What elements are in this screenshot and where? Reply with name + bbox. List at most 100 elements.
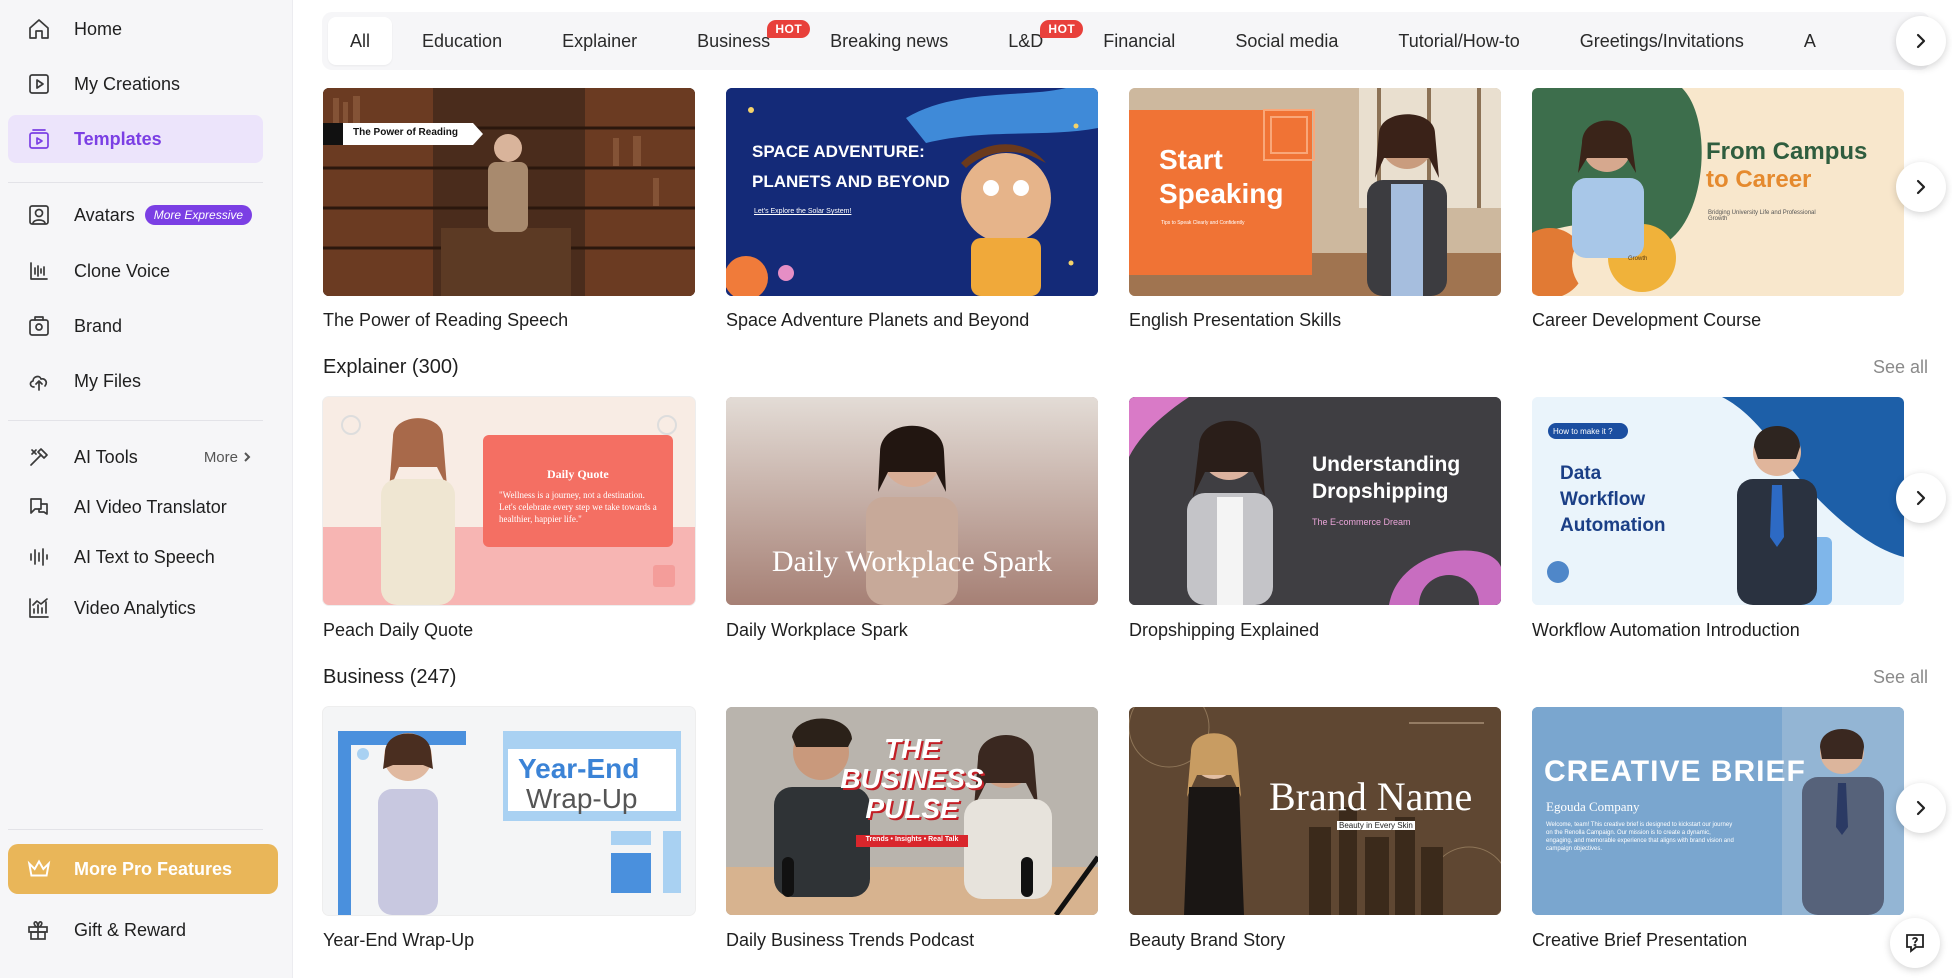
sidebar-item-label: My Creations [74,73,181,94]
thumb-text: CREATIVE BRIEF [1544,755,1806,788]
thumb-text: Trends • Insights • Real Talk [865,836,959,843]
space-thumbnail [726,88,1098,296]
thumb-text: The Power of Reading [353,127,459,138]
sidebar-item-label: Brand [74,315,123,336]
templates-icon [26,126,52,152]
tab-business[interactable]: Business HOT [667,17,811,65]
template-card-space-adventure[interactable]: SPACE ADVENTURE: PLANETS AND BEYOND Let'… [726,88,1098,296]
template-card-career[interactable]: From Campus to Career Bridging Universit… [1532,88,1904,296]
card-label: Daily Business Trends Podcast [726,930,975,950]
template-card-creative-brief[interactable]: CREATIVE BRIEF Egouda Company Welcome, t… [1532,707,1904,915]
sidebar-item-label: Templates [74,128,162,149]
tab-education[interactable]: Education [392,17,532,65]
sidebar-item-label: AI Tools [74,446,138,467]
voice-wave-icon [26,258,52,284]
sidebar-item-label: Avatars [74,204,135,225]
cloud-upload-icon [26,368,52,394]
ai-tools-more-link[interactable]: More [204,449,253,466]
thumb-text: THE [884,733,940,764]
thumb-text: to Career [1706,166,1812,193]
card-label: English Presentation Skills [1129,310,1342,330]
chevron-right-icon [1916,490,1926,506]
sidebar-item-brand[interactable]: Brand [8,302,263,350]
card-label: Creative Brief Presentation [1532,930,1748,950]
gift-reward-link[interactable]: Gift & Reward [8,906,278,954]
thumb-text: Growth [1628,256,1648,262]
sidebar-item-label: AI Video Translator [74,496,227,517]
audio-bars-icon [26,544,52,570]
year-end-thumbnail [323,707,695,915]
category-tabs: All Education Explainer Business HOT Brea… [322,12,1930,70]
sidebar-item-my-creations[interactable]: My Creations [8,60,263,108]
crown-icon [27,859,51,877]
sidebar-item-templates[interactable]: Templates [8,115,263,163]
thumb-text: Egouda Company [1546,799,1640,814]
sidebar-item-video-analytics[interactable]: Video Analytics [8,584,263,632]
tab-tutorial[interactable]: Tutorial/How-to [1368,17,1549,65]
card-label: Daily Workplace Spark [726,620,908,640]
sidebar-item-my-files[interactable]: My Files [8,357,263,405]
thumb-text: Data [1560,463,1602,484]
thumb-text: "Wellness is a journey, not a destinatio… [499,490,657,524]
thumb-text: Let's Explore the Solar System! [754,208,852,215]
tools-icon [26,444,52,470]
chevron-right-icon [244,452,251,462]
gift-icon [28,921,48,940]
template-card-dropshipping[interactable]: Understanding Dropshipping The E-commerc… [1129,397,1501,605]
home-icon [26,16,52,42]
card-label: Peach Daily Quote [323,620,474,640]
chevron-right-icon [1916,33,1926,49]
template-card-workflow[interactable]: How to make it ? Data Workflow Automatio… [1532,397,1904,605]
tab-l-and-d[interactable]: L&D HOT [978,17,1084,65]
thumb-text: From Campus [1706,138,1868,165]
help-chat-icon [1906,934,1924,953]
row-next-button[interactable] [1896,162,1946,212]
tab-breaking-news[interactable]: Breaking news [800,17,978,65]
sidebar-item-clone-voice[interactable]: Clone Voice [8,247,263,295]
template-card-power-of-reading[interactable]: The Power of Reading [323,88,695,296]
template-card-start-speaking[interactable]: Start Speaking Tips to Speak Clearly and… [1129,88,1501,296]
row-next-button[interactable] [1896,473,1946,523]
tab-financial[interactable]: Financial [1073,17,1205,65]
sidebar-item-ai-video-translator[interactable]: AI Video Translator [8,483,263,531]
section-title-explainer: Explainer (300) [323,356,459,378]
sidebar: Home My Creations Templates Avatars More… [0,0,293,978]
template-card-workplace-spark[interactable]: Daily Workplace Spark [726,397,1098,605]
template-card-peach-quote[interactable]: Daily Quote "Wellness is a journey, not … [323,397,695,605]
sidebar-item-avatars[interactable]: Avatars More Expressive [8,191,263,239]
template-card-beauty-brand[interactable]: Brand Name Beauty in Every Skin [1129,707,1501,915]
sidebar-item-home[interactable]: Home [8,5,263,53]
avatar-icon [26,202,52,228]
tab-social-media[interactable]: Social media [1205,17,1368,65]
tab-greetings[interactable]: Greetings/Invitations [1550,17,1774,65]
sidebar-item-ai-tools[interactable]: AI Tools More [8,433,263,481]
thumb-text: Bridging University Life and Professiona… [1708,210,1816,222]
thumb-text: The E-commerce Dream [1312,517,1411,527]
tab-explainer[interactable]: Explainer [532,17,667,65]
tab-more[interactable]: A [1774,17,1846,65]
row-next-button[interactable] [1896,783,1946,833]
play-square-icon [26,71,52,97]
thumb-text: Understanding [1312,453,1461,476]
see-all-explainer-link[interactable]: See all [1873,357,1928,378]
translate-icon [26,494,52,520]
template-card-business-pulse[interactable]: THE BUSINESS PULSE Trends • Insights • R… [726,707,1098,915]
tabs-next-button[interactable] [1896,16,1946,66]
thumb-text: SPACE ADVENTURE: [752,142,925,161]
thumb-text: Wrap-Up [526,783,638,814]
help-chat-button[interactable] [1890,918,1940,968]
thumb-text: BUSINESS [840,763,984,794]
library-thumbnail [323,88,695,296]
thumb-text: Daily Workplace Spark [771,545,1053,578]
sidebar-item-ai-text-to-speech[interactable]: AI Text to Speech [8,533,263,581]
chevron-right-icon [1916,800,1926,816]
thumb-text: Speaking [1159,178,1284,209]
sidebar-divider [8,182,263,183]
card-label: Beauty Brand Story [1129,930,1286,950]
see-all-business-link[interactable]: See all [1873,667,1928,688]
more-pro-features-button[interactable]: More Pro Features [8,844,278,894]
thumb-text: How to make it ? [1553,427,1613,436]
tab-all[interactable]: All [328,17,393,65]
more-expressive-badge: More Expressive [144,205,253,225]
template-card-year-end[interactable]: Year-End Wrap-Up [323,707,695,915]
